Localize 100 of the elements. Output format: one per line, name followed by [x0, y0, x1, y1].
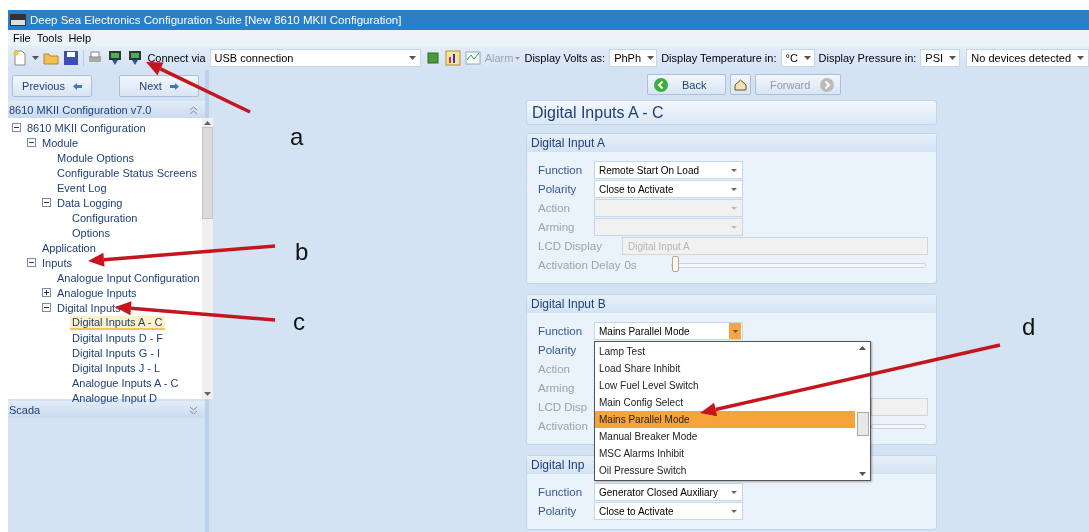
menu-item[interactable]: Help — [67, 32, 93, 44]
dropdown-field[interactable]: Generator Closed Auxiliary — [594, 483, 743, 501]
home-icon — [734, 78, 747, 91]
tree-item[interactable]: Digital Inputs G - I — [70, 345, 163, 360]
menu-item[interactable]: Tools — [35, 32, 64, 44]
volts-label: Display Volts as: — [524, 52, 606, 64]
menu-item[interactable]: File — [12, 32, 32, 44]
scroll-up-icon — [859, 346, 866, 350]
caret-icon — [731, 509, 737, 513]
save-icon[interactable] — [63, 50, 79, 66]
field-label: LCD Disp — [538, 401, 588, 413]
tree-item[interactable]: Data Logging — [55, 195, 125, 210]
tree-item[interactable]: Configuration — [70, 210, 140, 225]
caret-icon[interactable] — [32, 56, 39, 60]
collapse-icon[interactable] — [27, 138, 36, 147]
dropdown-option[interactable]: Lamp Test — [595, 343, 855, 360]
field-label: Polarity — [538, 344, 577, 356]
field-label: Function — [538, 486, 583, 498]
device-icon[interactable] — [107, 50, 124, 66]
caret-icon — [731, 225, 737, 229]
expand-icon[interactable] — [42, 288, 51, 297]
caret-icon — [731, 490, 737, 494]
panel-title: 8610 MKII Configuration v7.0 — [9, 103, 152, 116]
temperature-dropdown[interactable]: °C — [780, 49, 815, 67]
scroll-down-icon — [859, 472, 866, 476]
previous-button[interactable]: Previous — [12, 75, 92, 97]
tree-item[interactable]: Digital Inputs J - L — [70, 360, 163, 375]
connection-dropdown[interactable]: USB connection — [209, 49, 421, 67]
field-label: Action — [538, 202, 570, 214]
scrollbar[interactable] — [201, 118, 213, 399]
tree-item[interactable]: Options — [70, 225, 112, 240]
dropdown-field[interactable]: Mains Parallel Mode — [594, 322, 743, 340]
pressure-dropdown[interactable]: PSI — [920, 49, 961, 67]
tree-item[interactable]: Analogue Input Configuration — [55, 270, 202, 285]
home-button[interactable] — [730, 74, 751, 95]
tree-item[interactable]: Event Log — [55, 180, 109, 195]
text-field[interactable] — [871, 398, 928, 416]
chart-icon[interactable] — [444, 50, 461, 66]
app-logo-icon — [10, 14, 26, 26]
annotation-label: a — [290, 123, 304, 150]
group-title: Digital Input A — [527, 134, 936, 152]
caret-icon — [408, 56, 416, 60]
tree-item[interactable]: Analogue Inputs A - C — [70, 375, 181, 390]
caret-icon — [731, 206, 737, 210]
tree-item[interactable]: Analogue Input D — [70, 390, 159, 405]
field-label: Polarity — [538, 505, 577, 517]
caret-icon — [731, 168, 737, 172]
square-icon[interactable] — [424, 50, 441, 66]
tree-item[interactable]: Analogue Inputs — [55, 285, 139, 300]
caret-icon — [732, 329, 738, 333]
dropdown-option[interactable]: Manual Breaker Mode — [595, 428, 855, 445]
dropdown-button[interactable] — [729, 323, 741, 339]
dropdown-field[interactable]: Close to Activate — [594, 180, 743, 198]
dropdown-field[interactable]: Close to Activate — [594, 502, 743, 520]
connect-label: Connect via — [147, 52, 206, 64]
field-label: Function — [538, 325, 583, 337]
device-icon[interactable] — [127, 50, 144, 66]
scroll-down-icon — [203, 392, 211, 396]
tree-item[interactable]: 8610 MKII Configuration — [25, 120, 148, 135]
collapse-icon[interactable] — [27, 258, 36, 267]
next-button[interactable]: Next — [119, 75, 199, 97]
dropdown-field[interactable]: Remote Start On Load — [594, 161, 743, 179]
tree-item[interactable]: Application — [40, 240, 98, 255]
left-arrow-icon — [72, 82, 82, 90]
tree-item[interactable]: Digital Inputs D - F — [70, 330, 166, 345]
pressure-label: Display Pressure in: — [818, 52, 917, 64]
tree-item[interactable]: Digital Inputs — [55, 300, 123, 315]
volts-dropdown[interactable]: PhPh — [609, 49, 658, 67]
collapse-icon[interactable] — [42, 303, 51, 312]
tree-item[interactable]: Configurable Status Screens — [55, 165, 200, 180]
field-label: Action — [538, 363, 570, 375]
tree-item[interactable]: Module — [40, 135, 81, 150]
device-dropdown[interactable]: No devices detected — [966, 49, 1089, 67]
dropdown-option[interactable]: Mains Parallel Mode — [595, 411, 855, 428]
window-title: Deep Sea Electronics Configuration Suite [New 8610 MKII Configuration] — [30, 14, 402, 26]
tree-item[interactable]: Module Options — [55, 150, 137, 165]
caret-icon — [647, 56, 655, 60]
delay-reading: 0s — [624, 259, 637, 271]
field-label: Function — [538, 164, 583, 176]
field-label: Activation — [538, 420, 588, 432]
panel-title: Scada — [9, 403, 41, 416]
field-label: Arming — [538, 382, 575, 394]
scrollbar-thumb[interactable] — [201, 127, 213, 219]
tree-item[interactable]: Digital Inputs A - C — [70, 315, 165, 330]
scrollbar-thumb[interactable] — [856, 412, 869, 436]
caret-icon — [731, 187, 737, 191]
tree-item[interactable]: Inputs — [40, 255, 74, 270]
group-title: Digital Input B — [527, 295, 936, 313]
dropdown-option[interactable]: Low Fuel Level Switch — [595, 377, 855, 394]
scroll-up-icon — [203, 121, 211, 125]
dropdown-option[interactable]: Main Config Select — [595, 394, 855, 411]
collapse-icon[interactable] — [42, 198, 51, 207]
page-title: Digital Inputs A - C — [526, 100, 937, 125]
back-button[interactable]: Back — [647, 74, 726, 95]
field-label: Activation Delay — [538, 259, 621, 271]
collapse-icon[interactable] — [12, 123, 21, 132]
dropdown-option[interactable]: Load Share Inhibit — [595, 360, 855, 377]
caret-icon — [949, 56, 957, 60]
field-label: Polarity — [538, 183, 577, 195]
annotation-label: b — [295, 238, 309, 265]
